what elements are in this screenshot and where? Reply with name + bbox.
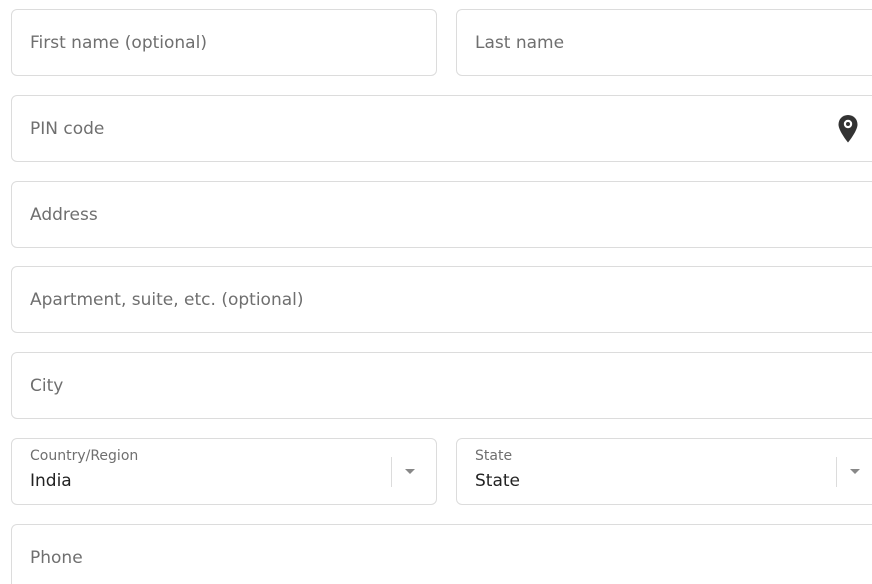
select-divider <box>836 457 837 487</box>
country-region-select[interactable]: Country/Region India <box>11 438 437 505</box>
city-field[interactable] <box>11 352 872 419</box>
apartment-field[interactable] <box>11 266 872 333</box>
country-region-value: India <box>30 471 72 491</box>
last-name-field[interactable] <box>456 9 872 76</box>
state-label: State <box>475 448 513 464</box>
phone-input[interactable] <box>12 525 872 584</box>
address-input[interactable] <box>12 182 872 247</box>
pin-code-field[interactable] <box>11 95 872 162</box>
country-region-label: Country/Region <box>30 448 139 464</box>
last-name-input[interactable] <box>457 10 872 75</box>
state-select[interactable]: State State <box>456 438 872 505</box>
first-name-input[interactable] <box>12 10 436 75</box>
phone-field[interactable] <box>11 524 872 584</box>
chevron-down-icon[interactable] <box>850 469 860 474</box>
first-name-field[interactable] <box>11 9 437 76</box>
shipping-address-form: Country/Region India State State <box>0 0 872 584</box>
apartment-input[interactable] <box>12 267 872 332</box>
chevron-down-icon[interactable] <box>405 469 415 474</box>
address-field[interactable] <box>11 181 872 248</box>
pin-code-input[interactable] <box>12 96 872 161</box>
city-input[interactable] <box>12 353 872 418</box>
location-pin-icon[interactable] <box>837 114 859 144</box>
select-divider <box>391 457 392 487</box>
state-value: State <box>475 471 520 491</box>
